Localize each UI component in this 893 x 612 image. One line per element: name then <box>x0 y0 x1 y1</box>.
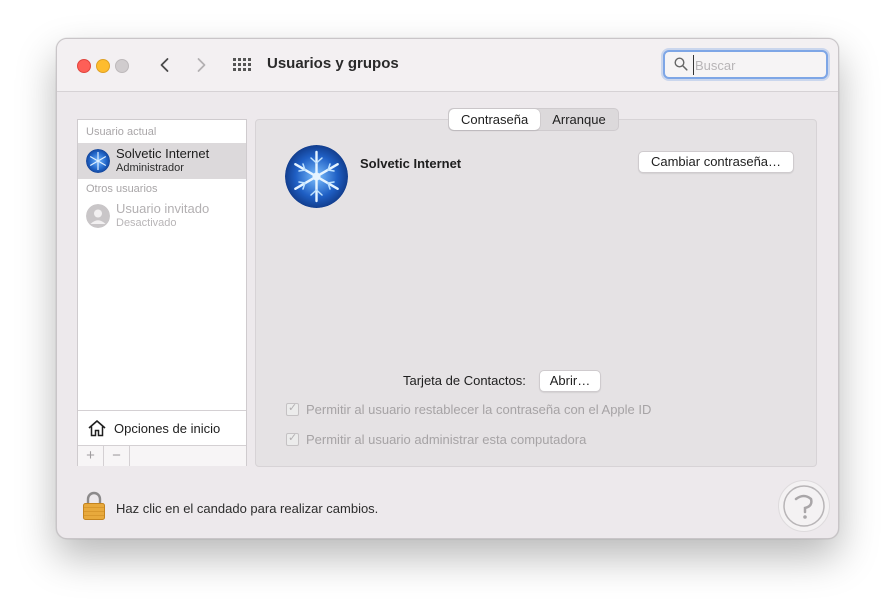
change-password-button[interactable]: Cambiar contraseña… <box>638 151 794 173</box>
checkbox[interactable]: ✓ <box>286 402 299 416</box>
user-picture[interactable] <box>285 145 348 208</box>
avatar <box>86 204 110 228</box>
tab-control: Contraseña Arranque <box>448 108 619 131</box>
minimize-window-button[interactable] <box>96 59 110 73</box>
avatar <box>86 149 110 173</box>
title-bar: Usuarios y grupos <box>57 39 838 92</box>
search-field[interactable] <box>663 50 828 79</box>
tab-contrasena[interactable]: Contraseña <box>449 109 541 130</box>
lock-hint: Haz clic en el candado para realizar cam… <box>116 501 379 516</box>
checkbox[interactable]: ✓ <box>286 432 299 446</box>
checkbox-label: Permitir al usuario administrar esta com… <box>306 432 587 447</box>
login-options-label: Opciones de inicio <box>114 421 221 436</box>
open-contact-button[interactable]: Abrir… <box>539 370 601 392</box>
current-user-header: Usuario actual <box>86 126 157 138</box>
preferences-window: Usuarios y grupos Usuario actual <box>56 38 839 539</box>
lock-icon <box>83 491 105 520</box>
chevron-right-icon <box>197 58 206 72</box>
back-button[interactable] <box>154 54 176 76</box>
forward-button[interactable] <box>190 54 212 76</box>
remove-user-button[interactable]: − <box>104 446 130 466</box>
user-row-solvetic[interactable]: Solvetic Internet Administrador <box>78 143 246 179</box>
show-all-button[interactable] <box>233 57 251 73</box>
users-sidebar: Usuario actual Solvetic Internet Adminis… <box>77 119 247 466</box>
add-user-button[interactable]: + <box>78 446 104 466</box>
chevron-left-icon <box>160 58 169 72</box>
window-title: Usuarios y grupos <box>267 55 399 72</box>
house-icon <box>88 420 106 437</box>
user-row-guest[interactable]: Usuario invitado Desactivado <box>78 198 246 234</box>
grid-icon <box>233 58 251 71</box>
zoom-window-button[interactable] <box>115 59 129 73</box>
user-status: Desactivado <box>116 217 177 229</box>
user-name: Usuario invitado <box>116 201 210 216</box>
snowflake-avatar-icon <box>86 149 110 173</box>
selected-user-name: Solvetic Internet <box>360 156 462 171</box>
person-icon <box>86 204 110 228</box>
watermark-logo <box>778 480 830 532</box>
checkmark-icon: ✓ <box>288 402 298 414</box>
checkbox-label: Permitir al usuario restablecer la contr… <box>306 402 652 417</box>
contact-card-label: Tarjeta de Contactos: <box>403 373 526 388</box>
close-window-button[interactable] <box>77 59 91 73</box>
sidebar-toolbar: + − <box>78 445 246 466</box>
snowflake-avatar-icon <box>285 145 348 208</box>
search-icon <box>674 57 688 71</box>
lock-button[interactable] <box>82 491 106 526</box>
search-input[interactable] <box>693 55 821 75</box>
watermark-logo-icon <box>783 485 825 527</box>
user-name: Solvetic Internet <box>116 146 210 161</box>
checkmark-icon: ✓ <box>288 432 298 444</box>
other-users-header: Otros usuarios <box>86 183 158 195</box>
tab-arranque[interactable]: Arranque <box>540 109 617 130</box>
user-role: Administrador <box>116 162 184 174</box>
login-options-item[interactable]: Opciones de inicio <box>78 410 246 446</box>
